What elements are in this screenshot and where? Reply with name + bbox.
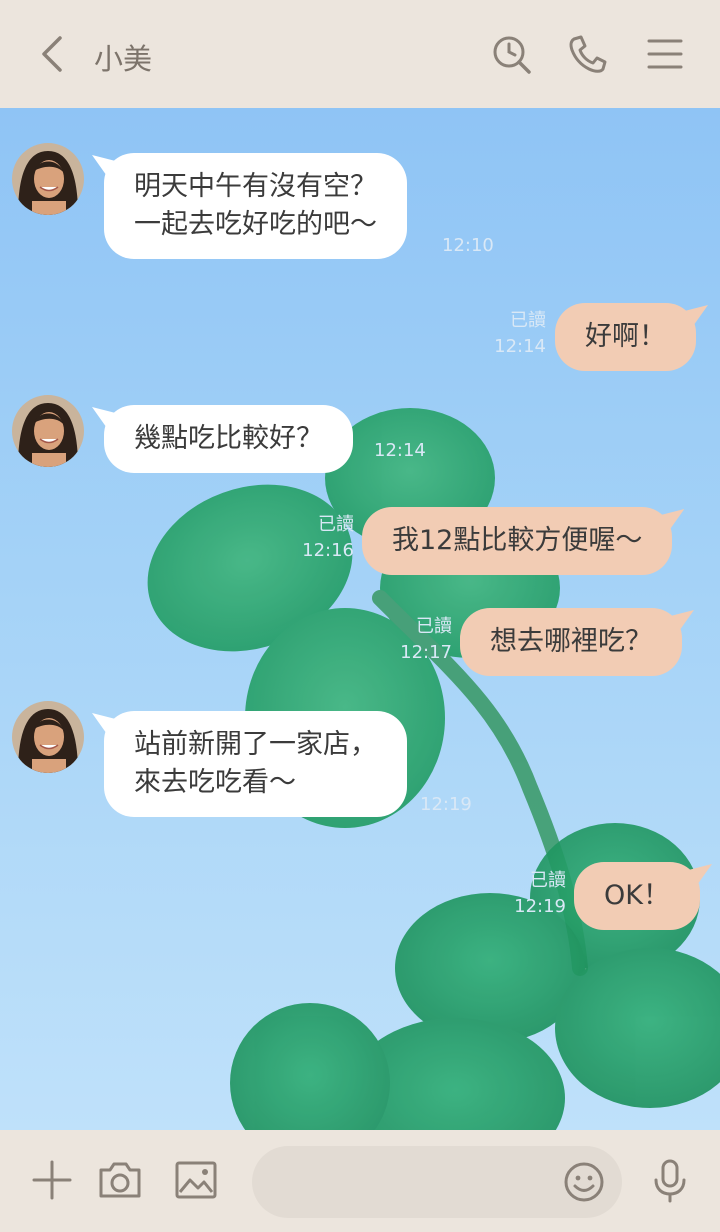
chat-header: 小美 — [0, 0, 720, 108]
smiley-icon[interactable] — [560, 1158, 608, 1206]
chevron-left-icon[interactable] — [34, 32, 70, 76]
image-icon[interactable] — [172, 1156, 220, 1204]
message-bubble-incoming[interactable]: 站前新開了一家店， 來去吃吃看～ — [104, 711, 407, 817]
message-bubble-outgoing[interactable]: 想去哪裡吃？ — [460, 608, 682, 676]
message-time: 12:14 — [374, 440, 426, 461]
message-bubble-outgoing[interactable]: 我12點比較方便喔～ — [362, 507, 673, 575]
message-time: 12:19 — [420, 794, 472, 815]
message-meta: 已讀 12:14 — [490, 308, 546, 360]
message-time: 12:14 — [494, 336, 546, 357]
message-bubble-outgoing[interactable]: OK！ — [574, 862, 700, 930]
message-bubble-incoming[interactable]: 明天中午有沒有空？ 一起去吃好吃的吧～ — [104, 153, 407, 259]
message-time: 12:17 — [400, 642, 452, 663]
chat-title: 小美 — [94, 42, 153, 76]
message-composer-bar — [0, 1130, 720, 1232]
message-meta: 已讀 12:19 — [508, 868, 566, 920]
message-time: 12:19 — [514, 896, 566, 917]
chat-area[interactable]: 明天中午有沒有空？ 一起去吃好吃的吧～ 12:10 好啊！ 已讀 12:14 幾… — [0, 108, 720, 1130]
contact-avatar[interactable] — [12, 701, 84, 773]
message-meta: 已讀 12:16 — [296, 512, 354, 564]
message-bubble-incoming[interactable]: 幾點吃比較好？ — [104, 405, 353, 473]
contact-avatar[interactable] — [12, 143, 84, 215]
message-bubble-outgoing[interactable]: 好啊！ — [555, 303, 696, 371]
read-receipt: 已讀 — [416, 616, 452, 637]
phone-icon[interactable] — [565, 30, 609, 78]
camera-icon[interactable] — [96, 1156, 144, 1204]
contact-avatar[interactable] — [12, 395, 84, 467]
read-receipt: 已讀 — [318, 514, 354, 535]
message-meta: 已讀 12:17 — [394, 614, 452, 666]
plus-icon[interactable] — [28, 1156, 76, 1204]
message-time: 12:10 — [442, 235, 494, 256]
message-time: 12:16 — [302, 540, 354, 561]
read-receipt: 已讀 — [530, 870, 566, 891]
hamburger-menu-icon[interactable] — [644, 30, 688, 78]
search-clock-icon[interactable] — [490, 30, 534, 78]
message-input[interactable] — [252, 1146, 622, 1218]
microphone-icon[interactable] — [646, 1156, 694, 1204]
read-receipt: 已讀 — [510, 310, 546, 331]
